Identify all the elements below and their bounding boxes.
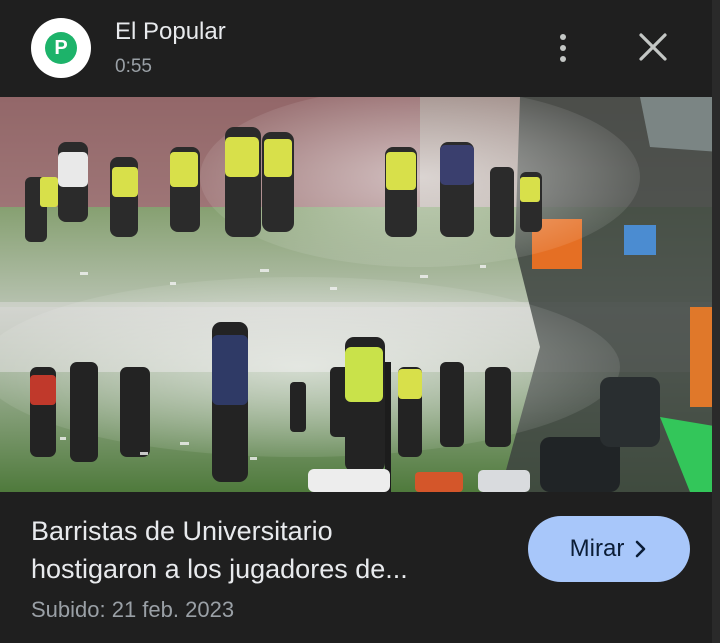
video-thumbnail[interactable]	[0, 97, 720, 492]
watch-button[interactable]: Mirar	[528, 516, 690, 582]
thumbnail-image	[0, 97, 720, 492]
close-icon	[639, 33, 667, 61]
channel-name[interactable]: El Popular	[115, 18, 226, 46]
more-vert-icon-dot	[560, 45, 566, 51]
watch-button-label: Mirar	[569, 535, 625, 562]
channel-logo: P	[45, 32, 77, 64]
video-title[interactable]: Barristas de Universitario hostigaron a …	[31, 512, 501, 588]
more-options-button[interactable]	[548, 28, 578, 68]
video-result-card: P El Popular 0:55 Barristas de Universit…	[0, 0, 720, 643]
chevron-right-icon	[636, 540, 646, 558]
channel-avatar[interactable]: P	[31, 18, 91, 78]
more-vert-icon-dot	[560, 34, 566, 40]
video-duration: 0:55	[115, 56, 152, 77]
upload-date: Subido: 21 feb. 2023	[31, 597, 235, 622]
video-title-line-1: Barristas de Universitario	[31, 516, 333, 546]
video-title-line-2: hostigaron a los jugadores de...	[31, 554, 408, 584]
more-vert-icon-dot	[560, 56, 566, 62]
close-button[interactable]	[632, 26, 674, 68]
scrollbar-track	[712, 0, 720, 643]
card-header: P El Popular 0:55	[0, 0, 720, 97]
